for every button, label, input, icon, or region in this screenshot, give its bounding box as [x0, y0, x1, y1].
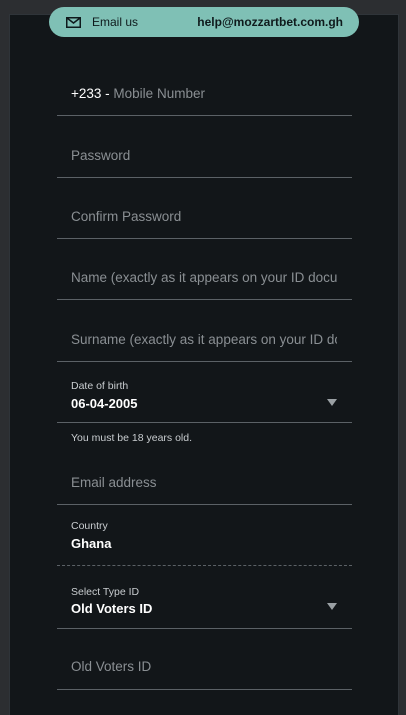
password-field[interactable]: Password — [57, 134, 352, 178]
name-placeholder: Name (exactly as it appears on your ID d… — [71, 270, 337, 285]
id-type-value: Old Voters ID — [71, 601, 153, 616]
confirm-password-placeholder: Confirm Password — [71, 209, 182, 224]
country-code-prefix: +233 — [71, 86, 102, 101]
date-of-birth-label: Date of birth — [71, 380, 129, 392]
email-us-label: Email us — [92, 15, 139, 29]
name-field[interactable]: Name (exactly as it appears on your ID d… — [57, 256, 352, 300]
id-type-label: Select Type ID — [71, 586, 140, 598]
confirm-password-field[interactable]: Confirm Password — [57, 195, 352, 239]
email-address-placeholder: Email address — [71, 475, 157, 490]
country-label: Country — [71, 520, 108, 532]
age-requirement-hint: You must be 18 years old. — [71, 432, 193, 444]
id-number-placeholder: Old Voters ID — [71, 659, 152, 674]
id-type-select[interactable]: Select Type ID Old Voters ID — [57, 575, 352, 629]
email-us-bar[interactable]: Email us help@mozzartbet.com.gh — [49, 7, 359, 37]
surname-placeholder: Surname (exactly as it appears on your I… — [71, 332, 337, 347]
date-of-birth-value: 06-04-2005 — [71, 396, 138, 411]
envelope-icon — [66, 16, 82, 28]
date-of-birth-select[interactable]: Date of birth 06-04-2005 — [57, 370, 352, 423]
surname-field[interactable]: Surname (exactly as it appears on your I… — [57, 317, 352, 362]
id-number-field[interactable]: Old Voters ID — [57, 645, 352, 690]
mobile-number-field[interactable]: +233 - Mobile Number — [57, 72, 352, 116]
mobile-number-placeholder: Mobile Number — [113, 86, 205, 101]
email-address-field[interactable]: Email address — [57, 460, 352, 505]
chevron-down-icon — [327, 399, 337, 406]
support-email[interactable]: help@mozzartbet.com.gh — [197, 15, 343, 29]
chevron-down-icon — [327, 603, 337, 610]
country-field: Country Ghana — [57, 510, 352, 566]
country-value: Ghana — [71, 536, 112, 551]
password-placeholder: Password — [71, 148, 131, 163]
